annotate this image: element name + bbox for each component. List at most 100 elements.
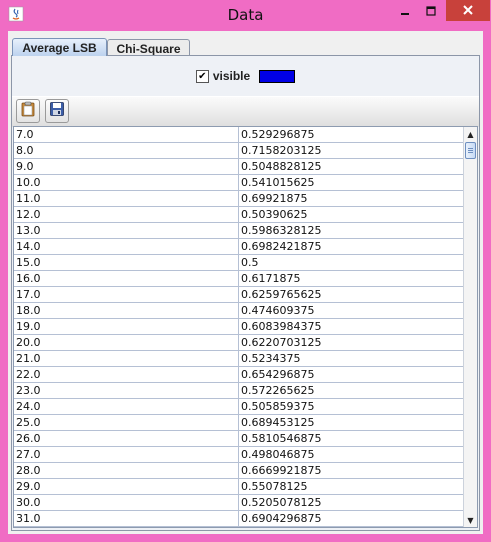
value-cell[interactable]: 0.529296875	[239, 127, 464, 142]
table-row[interactable]: 11.0 0.69921875	[14, 191, 464, 207]
table-row[interactable]: 30.0 0.5205078125	[14, 495, 464, 511]
window-title: Data	[227, 6, 264, 24]
table-row[interactable]: 10.0 0.541015625	[14, 175, 464, 191]
index-cell[interactable]: 21.0	[14, 351, 239, 366]
table-row[interactable]: 8.0 0.7158203125	[14, 143, 464, 159]
value-cell[interactable]: 0.498046875	[239, 447, 464, 462]
value-cell[interactable]: 0.572265625	[239, 383, 464, 398]
value-cell[interactable]: 0.50390625	[239, 207, 464, 222]
index-cell[interactable]: 7.0	[14, 127, 239, 142]
value-cell[interactable]: 0.5234375	[239, 351, 464, 366]
paste-button[interactable]	[16, 99, 40, 123]
value-cell[interactable]: 0.6259765625	[239, 287, 464, 302]
index-cell[interactable]: 14.0	[14, 239, 239, 254]
table-row[interactable]: 20.0 0.6220703125	[14, 335, 464, 351]
index-cell[interactable]: 15.0	[14, 255, 239, 270]
data-table[interactable]: 7.0 0.529296875 8.0 0.7158203125 9.0 0.504882…	[13, 126, 478, 528]
value-cell[interactable]: 0.6083984375	[239, 319, 464, 334]
scroll-down-arrow-icon[interactable]: ▼	[464, 513, 477, 527]
tab-panel: ✔ visible 7.0 0.529296875 8.0 0.71582031…	[11, 55, 480, 531]
scroll-thumb[interactable]	[465, 142, 476, 159]
visible-label[interactable]: visible	[213, 69, 250, 83]
table-rows: 7.0 0.529296875 8.0 0.7158203125 9.0 0.504882…	[14, 127, 464, 527]
index-cell[interactable]: 29.0	[14, 479, 239, 494]
value-cell[interactable]: 0.6904296875	[239, 511, 464, 526]
index-cell[interactable]: 20.0	[14, 335, 239, 350]
table-row[interactable]: 16.0 0.6171875	[14, 271, 464, 287]
window: Data Average LSB Chi-Square ✔ visible 7.…	[0, 0, 491, 542]
index-cell[interactable]: 22.0	[14, 367, 239, 382]
index-cell[interactable]: 26.0	[14, 431, 239, 446]
table-row[interactable]: 12.0 0.50390625	[14, 207, 464, 223]
index-cell[interactable]: 25.0	[14, 415, 239, 430]
table-row[interactable]: 21.0 0.5234375	[14, 351, 464, 367]
index-cell[interactable]: 19.0	[14, 319, 239, 334]
table-row[interactable]: 17.0 0.6259765625	[14, 287, 464, 303]
value-cell[interactable]: 0.5986328125	[239, 223, 464, 238]
value-cell[interactable]: 0.55078125	[239, 479, 464, 494]
value-cell[interactable]: 0.5810546875	[239, 431, 464, 446]
index-cell[interactable]: 9.0	[14, 159, 239, 174]
visible-row: ✔ visible	[12, 64, 479, 88]
index-cell[interactable]: 17.0	[14, 287, 239, 302]
value-cell[interactable]: 0.6171875	[239, 271, 464, 286]
index-cell[interactable]: 11.0	[14, 191, 239, 206]
minimize-button[interactable]	[393, 0, 417, 21]
index-cell[interactable]: 24.0	[14, 399, 239, 414]
index-cell[interactable]: 10.0	[14, 175, 239, 190]
paste-icon	[20, 101, 36, 121]
table-row[interactable]: 26.0 0.5810546875	[14, 431, 464, 447]
table-row[interactable]: 18.0 0.474609375	[14, 303, 464, 319]
index-cell[interactable]: 8.0	[14, 143, 239, 158]
table-row[interactable]: 19.0 0.6083984375	[14, 319, 464, 335]
index-cell[interactable]: 23.0	[14, 383, 239, 398]
table-row[interactable]: 31.0 0.6904296875	[14, 511, 464, 527]
table-row[interactable]: 23.0 0.572265625	[14, 383, 464, 399]
close-button[interactable]	[446, 0, 490, 21]
toolbar	[12, 96, 479, 127]
index-cell[interactable]: 31.0	[14, 511, 239, 526]
value-cell[interactable]: 0.505859375	[239, 399, 464, 414]
index-cell[interactable]: 16.0	[14, 271, 239, 286]
value-cell[interactable]: 0.69921875	[239, 191, 464, 206]
save-button[interactable]	[45, 99, 69, 123]
value-cell[interactable]: 0.5	[239, 255, 464, 270]
scroll-up-arrow-icon[interactable]: ▲	[464, 127, 477, 141]
value-cell[interactable]: 0.5205078125	[239, 495, 464, 510]
series-color-swatch[interactable]	[259, 69, 296, 83]
index-cell[interactable]: 30.0	[14, 495, 239, 510]
index-cell[interactable]: 13.0	[14, 223, 239, 238]
value-cell[interactable]: 0.541015625	[239, 175, 464, 190]
value-cell[interactable]: 0.7158203125	[239, 143, 464, 158]
value-cell[interactable]: 0.5048828125	[239, 159, 464, 174]
value-cell[interactable]: 0.6669921875	[239, 463, 464, 478]
value-cell[interactable]: 0.654296875	[239, 367, 464, 382]
visible-checkbox[interactable]: ✔	[195, 69, 209, 83]
table-row[interactable]: 25.0 0.689453125	[14, 415, 464, 431]
value-cell[interactable]: 0.689453125	[239, 415, 464, 430]
index-cell[interactable]: 28.0	[14, 463, 239, 478]
close-icon	[462, 1, 474, 20]
table-row[interactable]: 24.0 0.505859375	[14, 399, 464, 415]
table-row[interactable]: 22.0 0.654296875	[14, 367, 464, 383]
index-cell[interactable]: 27.0	[14, 447, 239, 462]
tab-average-lsb[interactable]: Average LSB	[12, 38, 107, 56]
minimize-icon	[400, 1, 410, 20]
table-row[interactable]: 14.0 0.6982421875	[14, 239, 464, 255]
maximize-button[interactable]	[419, 0, 443, 21]
vertical-scrollbar[interactable]: ▲ ▼	[463, 127, 477, 527]
table-row[interactable]: 29.0 0.55078125	[14, 479, 464, 495]
table-row[interactable]: 13.0 0.5986328125	[14, 223, 464, 239]
index-cell[interactable]: 18.0	[14, 303, 239, 318]
table-row[interactable]: 9.0 0.5048828125	[14, 159, 464, 175]
table-row[interactable]: 7.0 0.529296875	[14, 127, 464, 143]
table-row[interactable]: 27.0 0.498046875	[14, 447, 464, 463]
tab-chi-square[interactable]: Chi-Square	[107, 39, 190, 56]
value-cell[interactable]: 0.474609375	[239, 303, 464, 318]
table-row[interactable]: 28.0 0.6669921875	[14, 463, 464, 479]
value-cell[interactable]: 0.6220703125	[239, 335, 464, 350]
table-row[interactable]: 15.0 0.5	[14, 255, 464, 271]
index-cell[interactable]: 12.0	[14, 207, 239, 222]
title-bar[interactable]: Data	[0, 0, 491, 30]
value-cell[interactable]: 0.6982421875	[239, 239, 464, 254]
